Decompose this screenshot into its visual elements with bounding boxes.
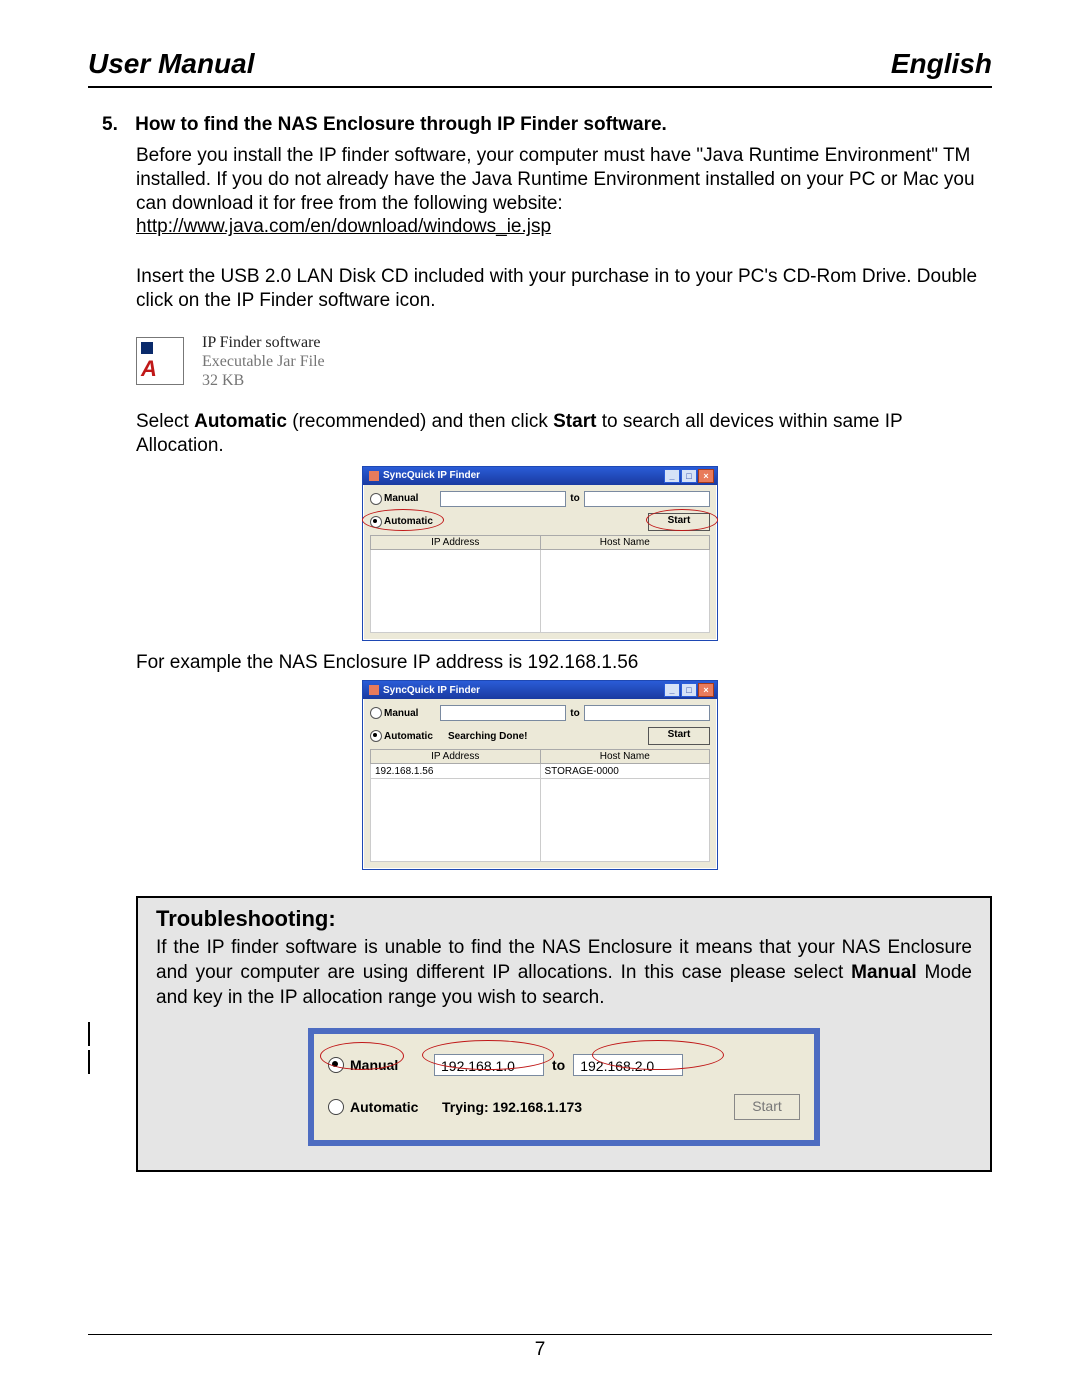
- manual-ip-to-field[interactable]: 192.168.2.0: [573, 1054, 683, 1076]
- cell-ip: 192.168.1.56: [371, 764, 541, 779]
- select-text-1: Select: [136, 411, 194, 432]
- troubleshooting-heading: Troubleshooting:: [156, 906, 972, 932]
- radio-manual-label: Manual: [350, 1057, 420, 1073]
- troubleshoot-bold-manual: Manual: [851, 962, 916, 983]
- header-left-title: User Manual: [88, 48, 255, 80]
- status-label: Searching Done!: [448, 731, 527, 742]
- page-number: 7: [535, 1339, 546, 1360]
- radio-manual[interactable]: [328, 1057, 344, 1073]
- manual-ip-to-field[interactable]: [584, 705, 710, 721]
- radio-manual[interactable]: [370, 493, 382, 505]
- troubleshooting-body: If the IP finder software is unable to f…: [156, 936, 972, 1010]
- section-heading: 5. How to find the NAS Enclosure through…: [102, 114, 992, 136]
- minimize-button[interactable]: _: [664, 469, 680, 483]
- table-row[interactable]: 192.168.1.56 STORAGE-0000: [371, 764, 710, 779]
- file-size: 32 KB: [202, 371, 325, 390]
- cell-host: STORAGE-0000: [540, 764, 710, 779]
- troubleshoot-text-pre: If the IP finder software is unable to f…: [156, 937, 972, 983]
- manual-ip-from-field[interactable]: [440, 491, 566, 507]
- radio-automatic-label: Automatic: [350, 1099, 428, 1115]
- radio-automatic-label: Automatic: [384, 516, 433, 527]
- dialog-title: SyncQuick IP Finder: [383, 685, 480, 696]
- ip-finder-dialog-result: SyncQuick IP Finder _ □ × Manual to Auto…: [362, 680, 718, 870]
- ip-finder-dialog-manual: Manual 192.168.1.0 to 192.168.2.0 Automa…: [308, 1028, 820, 1146]
- troubleshooting-box: Troubleshooting: If the IP finder softwa…: [136, 896, 992, 1172]
- to-label: to: [552, 1057, 565, 1073]
- select-bold-automatic: Automatic: [194, 411, 287, 432]
- to-label: to: [570, 708, 579, 719]
- intro-paragraph: Before you install the IP finder softwar…: [136, 144, 992, 239]
- select-text-2: (recommended) and then click: [287, 411, 553, 432]
- section-title: How to find the NAS Enclosure through IP…: [135, 114, 667, 135]
- select-automatic-paragraph: Select Automatic (recommended) and then …: [136, 410, 992, 458]
- col-host-header: Host Name: [540, 535, 710, 549]
- radio-manual[interactable]: [370, 707, 382, 719]
- section-number: 5.: [102, 114, 118, 135]
- java-icon: [369, 685, 379, 695]
- results-table: IP Address Host Name: [370, 535, 710, 633]
- header-right-language: English: [891, 48, 992, 80]
- select-bold-start: Start: [553, 411, 596, 432]
- revision-bar: [88, 1050, 90, 1074]
- ip-finder-dialog-initial: SyncQuick IP Finder _ □ × Manual to Auto…: [362, 466, 718, 641]
- radio-automatic[interactable]: [328, 1099, 344, 1115]
- dialog-title: SyncQuick IP Finder: [383, 470, 480, 481]
- manual-ip-to-field[interactable]: [584, 491, 710, 507]
- minimize-button[interactable]: _: [664, 683, 680, 697]
- file-icon-label: IP Finder software Executable Jar File 3…: [202, 333, 325, 391]
- file-type: Executable Jar File: [202, 352, 325, 371]
- revision-bar: [88, 1022, 90, 1046]
- dialog-titlebar: SyncQuick IP Finder _ □ ×: [363, 681, 717, 699]
- jar-file-icon: [136, 337, 184, 385]
- close-button[interactable]: ×: [698, 683, 714, 697]
- col-ip-header: IP Address: [371, 535, 541, 549]
- manual-ip-from-field[interactable]: 192.168.1.0: [434, 1054, 544, 1076]
- maximize-button[interactable]: □: [681, 469, 697, 483]
- radio-manual-label: Manual: [384, 493, 440, 504]
- maximize-button[interactable]: □: [681, 683, 697, 697]
- radio-automatic-label: Automatic: [384, 731, 448, 742]
- example-ip-line: For example the NAS Enclosure IP address…: [136, 651, 992, 675]
- page-footer: 7: [88, 1334, 992, 1361]
- status-trying-label: Trying: 192.168.1.173: [442, 1099, 710, 1115]
- to-label: to: [570, 493, 579, 504]
- file-name: IP Finder software: [202, 333, 325, 352]
- radio-automatic[interactable]: [370, 730, 382, 742]
- manual-ip-from-field[interactable]: [440, 705, 566, 721]
- java-icon: [369, 471, 379, 481]
- java-download-link[interactable]: http://www.java.com/en/download/windows_…: [136, 216, 551, 237]
- insert-cd-paragraph: Insert the USB 2.0 LAN Disk CD included …: [136, 265, 992, 313]
- close-button[interactable]: ×: [698, 469, 714, 483]
- col-host-header: Host Name: [540, 750, 710, 764]
- start-button[interactable]: Start: [734, 1094, 800, 1120]
- radio-manual-label: Manual: [384, 708, 440, 719]
- start-button[interactable]: Start: [648, 513, 710, 531]
- results-table: IP Address Host Name 192.168.1.56 STORAG…: [370, 749, 710, 862]
- start-button[interactable]: Start: [648, 727, 710, 745]
- radio-automatic[interactable]: [370, 516, 382, 528]
- file-icon-block: IP Finder software Executable Jar File 3…: [136, 333, 992, 391]
- dialog-titlebar: SyncQuick IP Finder _ □ ×: [363, 467, 717, 485]
- page-header: User Manual English: [88, 48, 992, 88]
- intro-text: Before you install the IP finder softwar…: [136, 145, 975, 214]
- col-ip-header: IP Address: [371, 750, 541, 764]
